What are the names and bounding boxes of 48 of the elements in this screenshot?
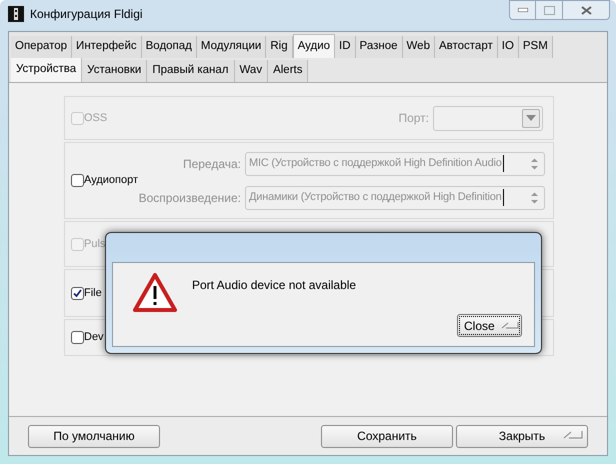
down-arrow-icon [526,115,536,121]
dialog-button[interactable]: Закрыть [456,424,588,448]
tab[interactable]: Web [402,36,435,58]
subtab[interactable]: Устройства [11,58,82,82]
checkmark-icon [73,288,82,298]
checkbox-label: File [84,286,102,301]
dialog-message: Port Audio device not available [192,277,356,294]
tab[interactable]: ID [335,36,356,58]
tab[interactable]: IO [498,36,519,58]
tab[interactable]: Водопад [142,36,197,58]
checkbox-label: Аудиопорт [84,173,138,188]
enter-key-icon [500,320,519,330]
device-value: MIC (Устройство с поддержкой High Definition Audio [249,155,504,172]
checkbox[interactable] [71,286,84,300]
checkbox[interactable] [71,174,84,187]
dropdown-button[interactable] [522,108,540,128]
dialog-button[interactable]: По умолчанию [28,424,160,448]
app-icon [8,6,24,22]
subtab[interactable]: Установки [82,60,148,82]
tab[interactable]: Автостарт [434,36,498,58]
close-button[interactable] [562,0,610,20]
tab[interactable]: Оператор [11,36,72,58]
device-value: Динамики (Устройство с поддержкой High Definition [249,189,504,206]
warning-icon [133,273,177,313]
subtab[interactable]: Правый канал [147,60,234,82]
spinner-arrows-icon [530,190,539,204]
close-icon [580,6,592,14]
window-title: Конфигурация Fldigi [30,6,143,23]
close-dialog-button[interactable]: Close [457,314,522,337]
dialog-button[interactable]: Сохранить [321,424,453,448]
tab[interactable]: Разное [356,36,403,58]
minimize-icon [518,8,528,12]
tab[interactable]: PSM [518,36,553,58]
minimize-button[interactable] [509,0,536,20]
checkbox-label: Dev [84,330,104,346]
port-label: Порт: [398,110,429,127]
field-label: Воспроизведение: [138,190,241,206]
subtab[interactable]: Wav [234,60,268,82]
tab[interactable]: Rig [266,36,293,58]
maximize-icon [544,6,554,14]
spinner-arrows-icon [530,156,539,170]
checkbox-label: OSS [84,110,108,126]
tab[interactable]: Интерфейс [72,36,142,58]
tab[interactable]: Модуляции [196,36,266,58]
subtab[interactable]: Alerts [268,60,308,82]
field-label: Передача: [182,156,241,172]
checkbox[interactable] [71,331,84,344]
tab[interactable]: Аудио [292,34,336,58]
